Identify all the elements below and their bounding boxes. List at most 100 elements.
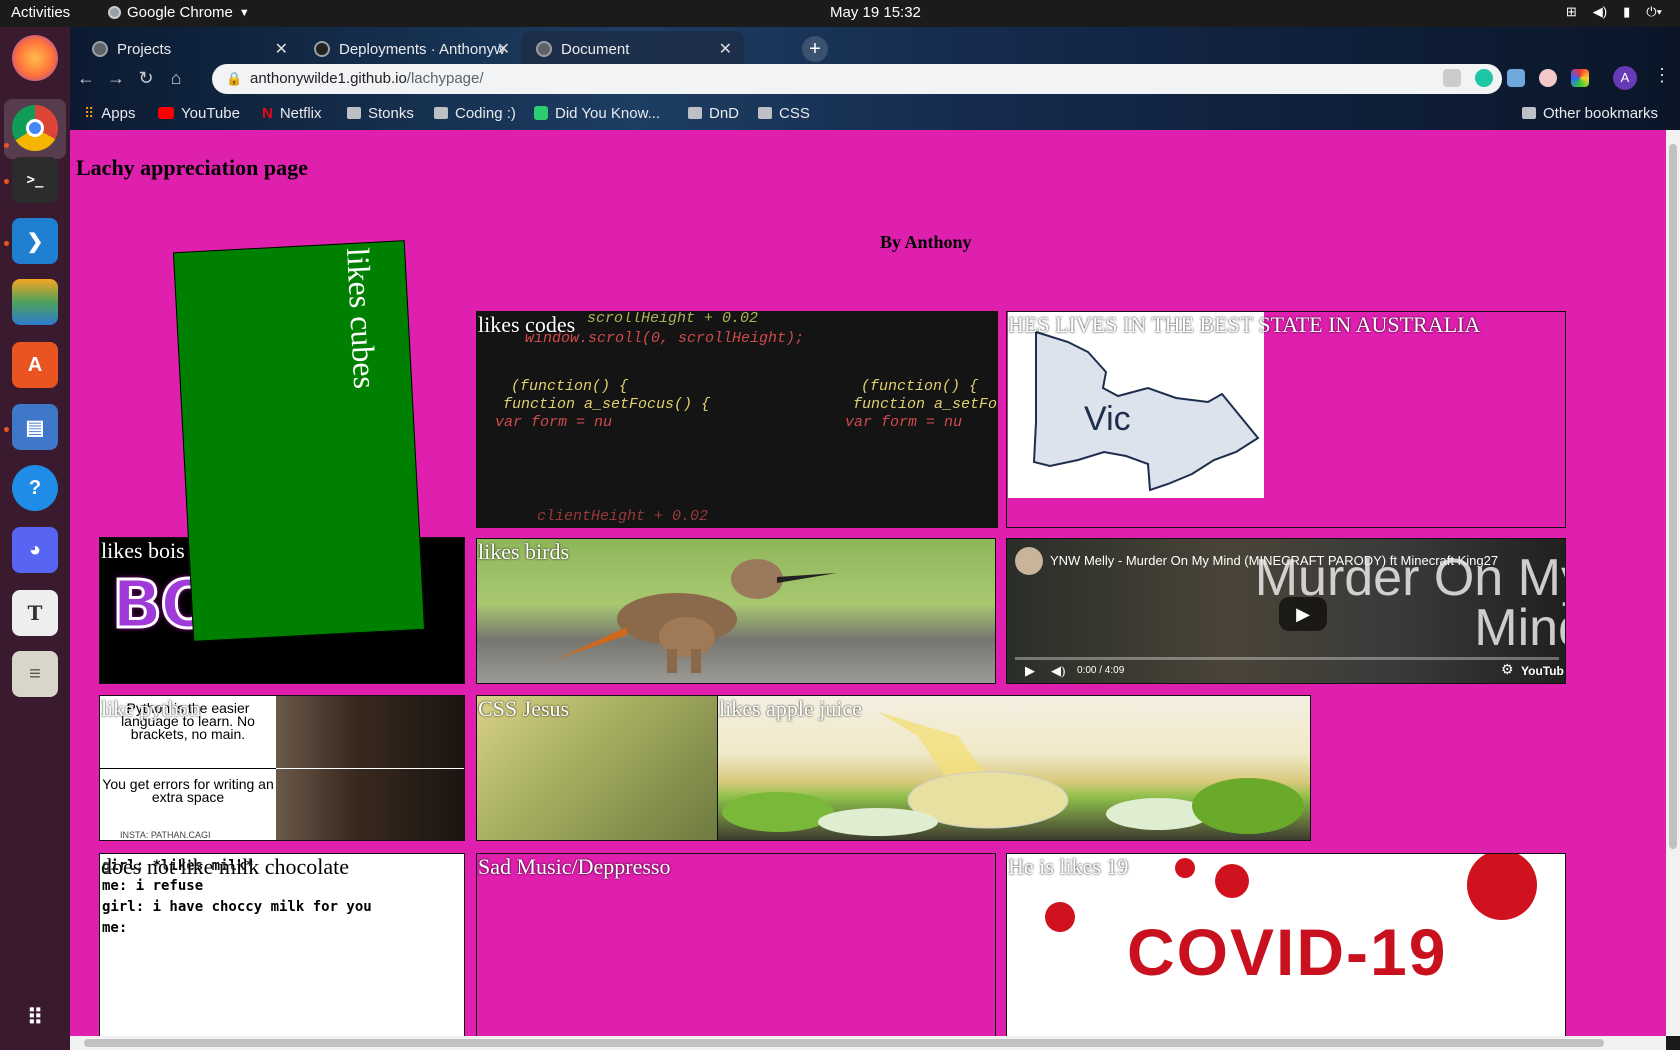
- video-embed[interactable]: YNW Melly - Murder On My Mind (MINECRAFT…: [1006, 538, 1566, 684]
- scrollbar-thumb[interactable]: [1669, 144, 1677, 849]
- card-victoria: Vic HES LIVES IN THE BEST STATE IN AUSTR…: [1006, 311, 1566, 528]
- card-covid: COVID-19 He is likes 19: [1006, 853, 1566, 1036]
- clock[interactable]: May 19 15:32: [830, 4, 921, 21]
- netflix-icon: N: [262, 104, 273, 122]
- card-caption: HES LIVES IN THE BEST STATE IN AUSTRALIA: [1008, 312, 1481, 337]
- app-menu[interactable]: Google Chrome ▼: [108, 4, 250, 21]
- scrollbar-thumb[interactable]: [84, 1039, 1604, 1047]
- bookmark-css[interactable]: CSS: [758, 102, 810, 124]
- bookmark-stonks[interactable]: Stonks: [347, 102, 414, 124]
- card-caption: does not like milk chocolate: [101, 854, 350, 879]
- address-bar[interactable]: 🔒 anthonywilde1.github.io/lachypage/ ☆: [212, 64, 1502, 94]
- lock-icon: 🔒: [226, 71, 243, 86]
- bookmark-label: DnD: [709, 104, 740, 122]
- back-icon[interactable]: ←: [74, 68, 98, 89]
- bookmark-apps[interactable]: ⠿ Apps: [84, 102, 135, 124]
- typora-icon[interactable]: T: [12, 590, 58, 636]
- bookmark-label: YouTube: [181, 104, 240, 122]
- forward-icon[interactable]: →: [104, 68, 128, 89]
- bookmark-label: Apps: [101, 104, 136, 122]
- reload-icon[interactable]: ↻: [134, 68, 158, 89]
- close-icon[interactable]: ✕: [497, 39, 510, 59]
- settings-gear-icon[interactable]: ⚙: [1501, 662, 1514, 679]
- youtube-logo[interactable]: YouTub: [1521, 664, 1564, 678]
- close-icon[interactable]: ✕: [275, 39, 288, 59]
- extension-icon[interactable]: [1475, 69, 1493, 87]
- python-meme-credit: INSTA: PATHAN.CAGI: [120, 830, 211, 840]
- play-button[interactable]: ▶: [1279, 597, 1327, 631]
- folder-icon: [434, 107, 448, 119]
- card-sad-music: Sad Music/Deppresso: [476, 853, 996, 1036]
- bookmark-coding[interactable]: Coding :): [434, 102, 516, 124]
- card-caption: likes apple juice: [719, 696, 862, 721]
- victoria-map-label: Vic: [1084, 400, 1131, 438]
- covid-title: COVID-19: [1127, 915, 1448, 989]
- chrome-dock-icon[interactable]: [12, 105, 58, 151]
- extension-icon[interactable]: [1571, 69, 1589, 87]
- video-channel-avatar: [1015, 547, 1043, 575]
- card-python: Python is the easier language to learn. …: [99, 695, 465, 841]
- disks-icon[interactable]: ≡: [12, 651, 58, 697]
- code-line: function a_setFocus() {: [853, 396, 998, 413]
- close-icon[interactable]: ✕: [719, 39, 732, 59]
- vscode-icon[interactable]: ❯: [12, 218, 58, 264]
- show-apps-icon[interactable]: ⠿: [12, 995, 58, 1041]
- activities-button[interactable]: Activities: [11, 4, 70, 21]
- victoria-map-icon: [1032, 330, 1260, 492]
- code-line: var form = nu: [845, 414, 963, 431]
- bookmark-dnd[interactable]: DnD: [688, 102, 739, 124]
- web-page: Lachy appreciation page By Anthony scrol…: [70, 130, 1666, 1036]
- url-path: /lachypage/: [406, 70, 484, 87]
- new-tab-button[interactable]: +: [802, 36, 828, 62]
- bookmark-did-you-know[interactable]: Did You Know...: [534, 102, 660, 124]
- files-icon[interactable]: ▤: [12, 404, 58, 450]
- power-icon: ⏻▾: [1646, 4, 1662, 19]
- code-line: var form = nu: [495, 414, 613, 431]
- layers-app-icon[interactable]: [12, 279, 58, 325]
- help-icon[interactable]: ?: [12, 465, 58, 511]
- vertical-scrollbar[interactable]: [1666, 130, 1680, 1036]
- youtube-icon: [158, 107, 174, 119]
- chrome-icon: [108, 6, 121, 19]
- extension-icon[interactable]: [1539, 69, 1557, 87]
- card-caption: CSS Jesus: [478, 696, 570, 721]
- bookmark-label: Netflix: [279, 104, 322, 122]
- code-line: clientHeight + 0.02: [537, 508, 709, 525]
- extension-icon[interactable]: [1443, 69, 1461, 87]
- choccy-line: girl: i have choccy milk for you: [102, 899, 372, 915]
- tab-projects[interactable]: Projects ✕: [78, 31, 300, 67]
- card-apple-juice: likes apple juice: [717, 695, 1311, 841]
- tab-label: Projects: [117, 40, 172, 58]
- home-icon[interactable]: ⌂: [164, 68, 188, 89]
- bookmark-netflix[interactable]: N Netflix: [262, 102, 322, 124]
- bookmark-youtube[interactable]: YouTube: [158, 102, 240, 124]
- card-css-jesus: CSS Jesus: [476, 695, 718, 841]
- bookmark-label: CSS: [779, 104, 810, 122]
- more-menu-icon[interactable]: ⋮: [1653, 65, 1671, 86]
- extension-icon[interactable]: [1507, 69, 1525, 87]
- system-tray[interactable]: ⊞ ◀) ▮ ⏻▾: [1566, 4, 1662, 20]
- victoria-map: Vic: [1008, 312, 1264, 498]
- app-menu-label: Google Chrome: [127, 4, 233, 21]
- bookmark-label: Coding :): [455, 104, 516, 122]
- dock: >_ ❯ A ▤ ? ◕ T ≡ ⠿: [0, 27, 70, 1050]
- horizontal-scrollbar[interactable]: [70, 1036, 1666, 1050]
- terminal-icon[interactable]: >_: [12, 157, 58, 203]
- play-icon[interactable]: ▶: [1025, 663, 1035, 679]
- globe-icon: [92, 41, 108, 57]
- tab-document[interactable]: Document ✕: [522, 31, 744, 67]
- url-host: anthonywilde1.github.io: [250, 70, 407, 87]
- running-indicator: [4, 427, 9, 432]
- video-progress-bar[interactable]: [1015, 657, 1559, 660]
- discord-icon[interactable]: ◕: [12, 527, 58, 573]
- running-indicator: [4, 241, 9, 246]
- choccy-line: me: i refuse: [102, 878, 204, 894]
- meme-face-top: [276, 696, 464, 768]
- software-center-icon[interactable]: A: [12, 342, 58, 388]
- virus-icon: [1045, 902, 1075, 932]
- other-bookmarks[interactable]: Other bookmarks: [1522, 102, 1658, 124]
- tab-deployments[interactable]: Deployments · Anthonyw ✕: [300, 31, 522, 67]
- profile-avatar[interactable]: A: [1613, 66, 1637, 90]
- firefox-icon[interactable]: [12, 35, 58, 81]
- volume-icon[interactable]: ◀): [1051, 663, 1065, 679]
